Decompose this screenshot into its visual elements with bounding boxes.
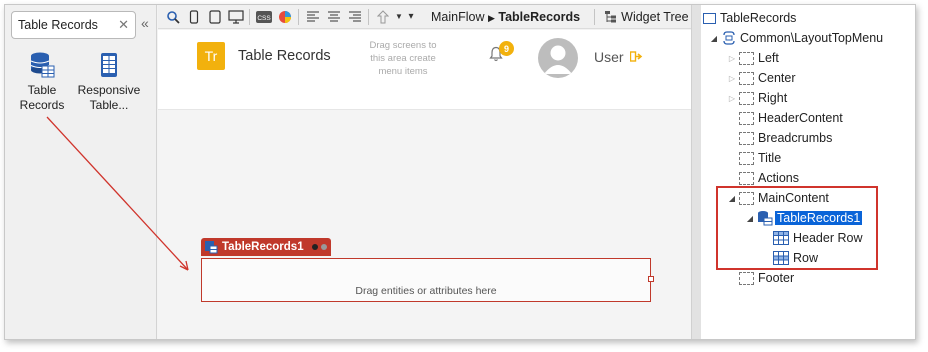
tree-node-left[interactable]: ▷ Left (727, 48, 779, 68)
placeholder-icon (739, 151, 754, 165)
widget-tree-tab-label[interactable]: Widget Tree (621, 10, 688, 24)
tree-node-label: Common\LayoutTopMenu (740, 31, 884, 45)
screen-icon (703, 12, 716, 24)
screen-canvas[interactable]: Tr Table Records Drag screens to this ar… (158, 30, 691, 339)
toolbox-item-label: Responsive Table... (77, 83, 141, 112)
align-center-icon[interactable] (323, 7, 344, 27)
menu-drop-hint[interactable]: Drag screens to this area create menu it… (363, 39, 443, 78)
breadcrumb-separator-icon: ▶ (487, 12, 495, 23)
placeholder-icon (739, 271, 754, 285)
more-options-icon[interactable]: ▾ (405, 7, 417, 27)
tree-node-title[interactable]: Title (739, 148, 781, 168)
tree-node-label: Footer (758, 271, 795, 285)
tree-node-label: Center (758, 71, 796, 85)
dropdown-arrow-icon[interactable]: ▼ (393, 7, 405, 27)
breadcrumb: MainFlow ▶ TableRecords (431, 10, 580, 24)
widget-selection-tag[interactable]: TableRecords1 (201, 238, 331, 256)
zoom-icon[interactable] (162, 7, 183, 27)
clear-search-icon[interactable]: ✕ (118, 17, 129, 33)
block-icon (723, 31, 735, 45)
toolbar-divider (249, 8, 250, 25)
tree-node-right[interactable]: ▷ Right (727, 88, 787, 108)
widget-name: TableRecords1 (222, 241, 304, 253)
app-window: Table Records ✕ « Table Records Responsi… (4, 4, 916, 340)
widget-status-dot (311, 244, 318, 250)
app-title: Table Records (238, 48, 331, 64)
toolbox-item-table-records[interactable]: Table Records (9, 51, 75, 113)
widget-options-dot[interactable] (320, 244, 327, 250)
tree-node-label: Right (758, 91, 788, 105)
widget-tree-icon[interactable] (600, 7, 621, 27)
tree-node-label: Breadcrumbs (758, 131, 833, 145)
placeholder-icon (739, 71, 754, 85)
widget-tree-panel: TableRecords ◢ Common\LayoutTopMenu ▷ Le… (701, 5, 915, 339)
desktop-preview-icon[interactable] (225, 7, 246, 27)
main-content-highlight (716, 186, 878, 270)
page-header: Tr Table Records Drag screens to this ar… (158, 30, 691, 110)
phone-preview-icon[interactable] (183, 7, 204, 27)
align-left-icon[interactable] (302, 7, 323, 27)
tree-node-layout[interactable]: ◢ Common\LayoutTopMenu (709, 28, 883, 48)
collapsed-arrow-icon[interactable]: ▷ (727, 54, 737, 63)
drop-zone-hint: Drag entities or attributes here (355, 285, 497, 297)
expanded-arrow-icon[interactable]: ◢ (709, 34, 719, 43)
notification-badge: 9 (499, 41, 514, 56)
placeholder-icon (739, 131, 754, 145)
collapsed-arrow-icon[interactable]: ▷ (727, 74, 737, 83)
theme-color-icon[interactable] (274, 7, 295, 27)
user-avatar[interactable] (538, 38, 578, 78)
toolbar-divider (594, 8, 596, 25)
tree-node-root[interactable]: TableRecords (703, 8, 796, 28)
editor-toolbar: CSS ▼ ▾ MainFlow ▶ TableRecords Widget T… (158, 5, 691, 29)
css-icon[interactable]: CSS (253, 7, 274, 27)
placeholder-icon (739, 91, 754, 105)
tree-node-label: HeaderContent (758, 111, 843, 125)
tree-node-label: TableRecords (720, 11, 797, 25)
user-name[interactable]: User (594, 49, 624, 65)
tablet-preview-icon[interactable] (204, 7, 225, 27)
toolbox-item-responsive-table[interactable]: Responsive Table... (76, 51, 142, 113)
placeholder-icon (739, 51, 754, 65)
responsive-table-icon (101, 53, 117, 77)
toolbox-search-input[interactable]: Table Records ✕ (11, 11, 136, 39)
resize-handle[interactable] (648, 276, 654, 282)
tree-node-breadcrumbs[interactable]: Breadcrumbs (739, 128, 832, 148)
tree-node-label: Left (758, 51, 779, 65)
logout-icon[interactable] (630, 51, 643, 62)
align-right-icon[interactable] (344, 7, 365, 27)
canvas-scrollbar[interactable] (691, 5, 701, 339)
breadcrumb-screen: TableRecords (498, 9, 581, 24)
tree-node-header-content[interactable]: HeaderContent (739, 108, 843, 128)
toolbar-divider (298, 8, 299, 25)
toolbar-divider (368, 8, 369, 25)
user-avatar-icon (544, 45, 572, 74)
table-records-drop-zone[interactable]: Drag entities or attributes here (201, 258, 654, 302)
tree-node-actions[interactable]: Actions (739, 168, 799, 188)
tree-node-label: Title (758, 151, 782, 165)
breadcrumb-flow[interactable]: MainFlow (431, 10, 485, 24)
app-logo: Tr (197, 42, 225, 70)
toolbox-item-label: Table Records (19, 83, 65, 112)
move-up-icon[interactable] (372, 7, 393, 27)
tree-node-center[interactable]: ▷ Center (727, 68, 796, 88)
collapse-panel-icon[interactable]: « (141, 15, 149, 31)
placeholder-icon (739, 171, 754, 185)
tree-node-label: Actions (758, 171, 799, 185)
toolbox-panel: Table Records ✕ « Table Records Responsi… (5, 5, 157, 339)
table-records-icon (205, 241, 218, 254)
toolbox-search-value: Table Records (18, 18, 98, 32)
table-records-icon (30, 52, 55, 78)
placeholder-icon (739, 111, 754, 125)
collapsed-arrow-icon[interactable]: ▷ (727, 94, 737, 103)
tree-node-footer[interactable]: Footer (739, 268, 794, 288)
svg-text:CSS: CSS (257, 15, 271, 22)
